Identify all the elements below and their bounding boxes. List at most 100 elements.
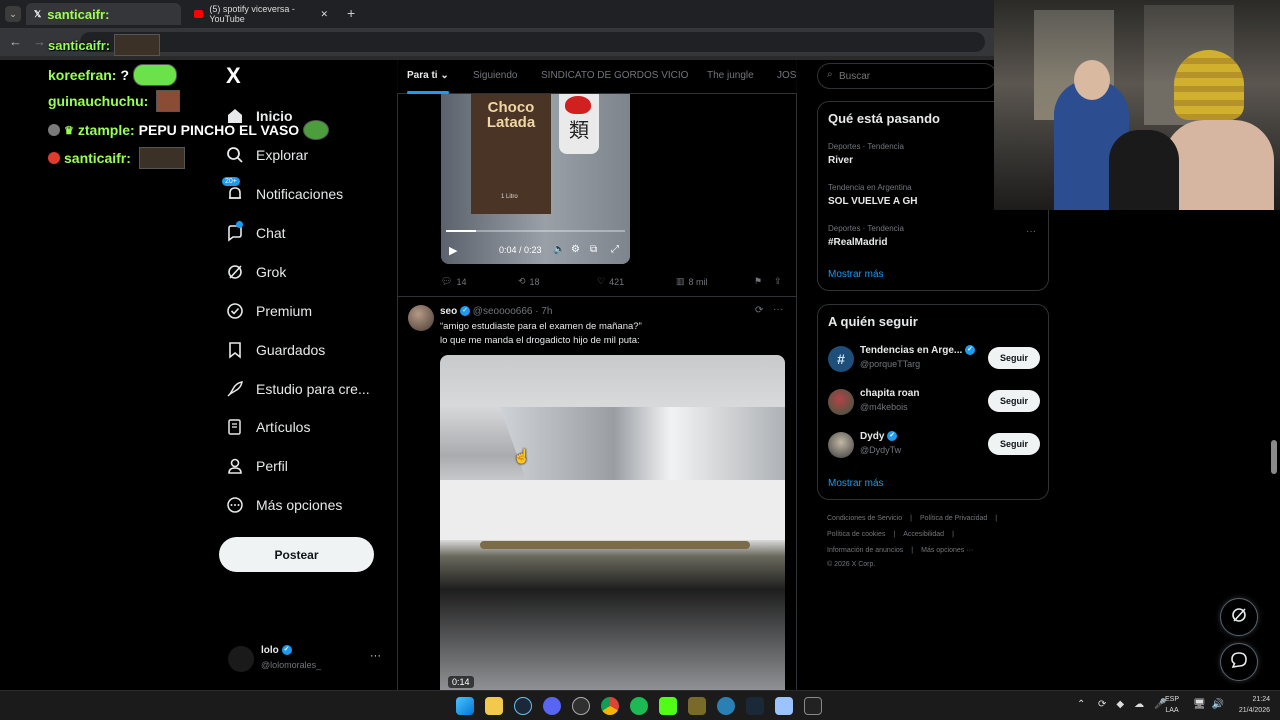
retweet-icon: ⟲ xyxy=(518,276,526,286)
footer-link-terms[interactable]: Condiciones de Servicio xyxy=(827,515,902,531)
follow-show-more[interactable]: Mostrar más xyxy=(828,478,884,489)
address-field[interactable] xyxy=(80,32,985,52)
like-action[interactable]: ♡ 421 xyxy=(597,276,624,287)
trend-meta: Tendencia en Argentina xyxy=(828,183,912,192)
spotify-icon[interactable] xyxy=(630,697,648,715)
clock[interactable]: 21:24 21/4/2026 xyxy=(1226,694,1270,716)
tab-the-jungle[interactable]: The jungle xyxy=(707,70,754,81)
nav-bookmarks[interactable]: Guardados xyxy=(226,339,325,361)
start-icon[interactable] xyxy=(456,697,474,715)
close-tab-icon[interactable]: ✕ xyxy=(320,9,328,20)
account-more-icon[interactable]: ··· xyxy=(370,650,381,662)
share-action[interactable]: ⇪ xyxy=(774,276,782,287)
follow-item[interactable]: Dydy ✓ @DydyTw Seguir xyxy=(828,431,1040,465)
post-button[interactable]: Postear xyxy=(219,537,374,572)
tweet2-handle[interactable]: @seoooo666 xyxy=(473,306,533,317)
tweet1-video[interactable]: Choco Latada 1 Litro 類 ▶ 0:04 / 0:23 🔈 ⚙… xyxy=(441,94,630,264)
follow-handle: @porqueTTarg xyxy=(860,359,921,369)
nav-profile[interactable]: Perfil xyxy=(226,455,288,477)
footer-link-cookies[interactable]: Política de cookies xyxy=(827,531,885,547)
frog-grin-emote xyxy=(133,64,178,86)
trends-show-more[interactable]: Mostrar más xyxy=(828,269,884,280)
trend-meta: Deportes · Tendencia xyxy=(828,142,904,151)
tab-sindicato[interactable]: SINDICATO DE GORDOS VICIO xyxy=(541,70,688,81)
nav-chat[interactable]: Chat xyxy=(226,221,286,244)
trend-more-icon[interactable]: ··· xyxy=(1026,226,1036,237)
play-icon[interactable]: ▶ xyxy=(449,244,457,257)
footer-links: Condiciones de Servicio | Política de Pr… xyxy=(827,515,1047,568)
chevron-up-icon[interactable]: ⌃ xyxy=(1077,699,1085,710)
file-explorer-icon[interactable] xyxy=(485,697,503,715)
discord-icon[interactable] xyxy=(543,697,561,715)
footer-link-privacy[interactable]: Política de Privacidad xyxy=(920,515,987,531)
ccleaner-icon[interactable] xyxy=(717,697,735,715)
search-box[interactable]: ⌕ xyxy=(817,63,997,89)
trend-item[interactable]: Deportes · Tendencia #RealMadrid xyxy=(828,224,904,248)
tweet2-avatar[interactable] xyxy=(408,305,434,331)
nav-premium[interactable]: Premium xyxy=(226,300,312,322)
language-indicator[interactable]: ESP LAA xyxy=(1165,694,1179,716)
page-scrollbar[interactable] xyxy=(1271,440,1277,474)
follow-name: Tendencias en Arge... xyxy=(860,345,963,356)
nav-explore[interactable]: Explorar xyxy=(226,144,308,166)
nav-creator-studio[interactable]: Estudio para cre... xyxy=(226,378,370,400)
trend-item[interactable]: Tendencia en Argentina SOL VUELVE A GH xyxy=(828,183,917,207)
reply-action[interactable]: 💬︎ 14 xyxy=(441,276,466,287)
tweet2-more-icon[interactable]: ··· xyxy=(773,304,783,315)
grok-analyze-icon[interactable]: ⟳ xyxy=(755,305,763,316)
footer-link-accessibility[interactable]: Accesibilidad xyxy=(903,531,944,547)
tweet2-time[interactable]: · 7h xyxy=(535,306,552,317)
tab-following[interactable]: Siguiendo xyxy=(473,70,517,81)
back-icon[interactable]: ← xyxy=(9,34,22,49)
settings-icon[interactable]: ⚙ xyxy=(571,244,580,255)
nav-grok[interactable]: Grok xyxy=(226,261,286,283)
app-icon[interactable] xyxy=(688,697,706,715)
steam-icon[interactable] xyxy=(514,697,532,715)
messages-float-button[interactable] xyxy=(1220,643,1258,681)
x-logo-icon[interactable]: X xyxy=(226,63,241,89)
network-volume-icons[interactable]: 🖥🔊 xyxy=(1193,699,1230,710)
bookmark-action[interactable]: ⚑ xyxy=(754,276,762,287)
follow-button[interactable]: Seguir xyxy=(988,347,1040,369)
account-switcher[interactable]: lolo ✓ @lolomorales_ ··· xyxy=(228,644,388,676)
volume-icon[interactable]: 🔈 xyxy=(553,244,565,255)
footer-link-ads[interactable]: Información de anuncios xyxy=(827,547,903,561)
nav-articles[interactable]: Artículos xyxy=(226,416,310,438)
notepad-icon[interactable] xyxy=(775,697,793,715)
tweet2-video[interactable]: 0:14 xyxy=(440,355,785,690)
follow-item[interactable]: # Tendencias en Arge... ✓ @porqueTTarg S… xyxy=(828,345,1040,379)
pip-icon[interactable]: ⧉ xyxy=(590,244,597,255)
hashtag-avatar-icon: # xyxy=(828,346,854,372)
forward-icon[interactable]: → xyxy=(33,34,46,49)
tab-x[interactable]: 𝕏 santicaifr: xyxy=(26,3,181,25)
footer-link-more[interactable]: Más opciones ··· xyxy=(921,547,973,561)
epic-games-icon[interactable] xyxy=(804,697,822,715)
nav-more-options[interactable]: Más opciones xyxy=(226,494,342,516)
trend-item[interactable]: Deportes · Tendencia River xyxy=(828,142,904,166)
tab-youtube[interactable]: (5) spotify viceversa - YouTube ✕ xyxy=(186,3,336,25)
nav-notifications[interactable]: 20+ Notificaciones xyxy=(222,177,344,205)
grok-float-button[interactable] xyxy=(1220,598,1258,636)
follow-button[interactable]: Seguir xyxy=(988,390,1040,412)
search-small-icon: ⌕ xyxy=(827,69,833,80)
tab-for-you[interactable]: Para ti ⌄ xyxy=(407,70,449,81)
webcam-overlay xyxy=(994,0,1280,210)
video-progress-track[interactable] xyxy=(446,230,625,232)
nav-notifications-label: Notificaciones xyxy=(256,186,344,202)
tab-jos[interactable]: JOS xyxy=(777,70,797,81)
new-tab-button[interactable]: + xyxy=(347,5,355,21)
fullscreen-icon[interactable]: ⤢ xyxy=(611,244,619,255)
views-action[interactable]: ▥ 8 mil xyxy=(676,276,708,287)
follow-button[interactable]: Seguir xyxy=(988,433,1040,455)
follow-item[interactable]: chapita roan @m4kebois Seguir xyxy=(828,388,1040,422)
retweet-action[interactable]: ⟲ 18 xyxy=(518,276,540,287)
chrome-icon[interactable] xyxy=(601,697,619,715)
tweet2-author[interactable]: seo xyxy=(440,306,457,317)
steam-alt-icon[interactable] xyxy=(746,697,764,715)
portrait-emote xyxy=(156,90,181,112)
obs-icon[interactable] xyxy=(572,697,590,715)
kick-icon[interactable] xyxy=(659,697,677,715)
video-progress-fill xyxy=(446,230,477,232)
tab-search-button[interactable]: ⌄ xyxy=(5,6,21,22)
search-input[interactable] xyxy=(839,68,989,84)
